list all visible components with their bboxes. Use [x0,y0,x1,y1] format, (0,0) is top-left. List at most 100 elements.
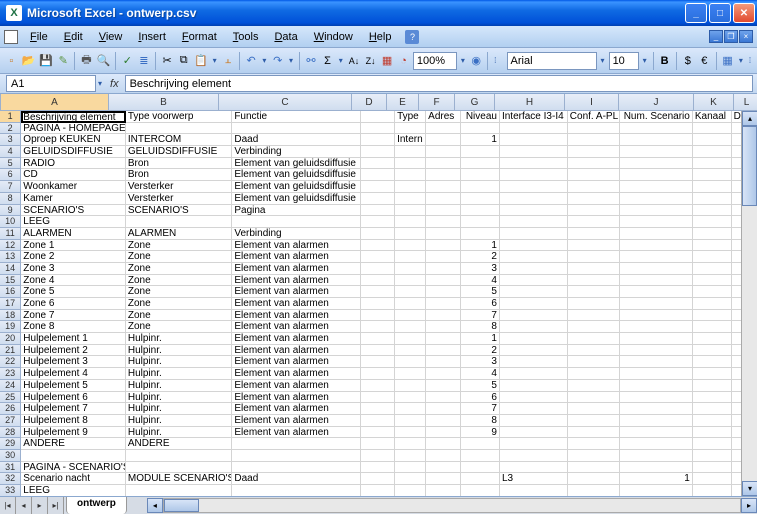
cell[interactable]: MODULE SCENARIO'S [126,473,233,485]
row-header[interactable]: 16 [0,286,21,298]
cell[interactable] [500,438,568,450]
sort-desc-icon[interactable]: Z↓ [363,51,378,71]
cell[interactable] [361,228,395,240]
cell[interactable] [568,228,620,240]
menu-edit[interactable]: Edit [56,29,91,45]
cell[interactable] [568,286,620,298]
print-icon[interactable]: 🖶 [79,51,94,71]
cell[interactable] [361,251,395,263]
cell[interactable]: Hulpelement 2 [21,345,126,357]
cell[interactable] [568,298,620,310]
cell[interactable] [361,193,395,205]
cell[interactable]: Zone [126,251,233,263]
cell[interactable] [426,392,461,404]
cell[interactable] [620,403,693,415]
cell[interactable] [395,169,426,181]
cell[interactable] [620,146,693,158]
cell[interactable] [693,158,732,170]
cell[interactable] [500,427,568,439]
redo-icon[interactable]: ↷ [270,51,285,71]
cell[interactable] [361,356,395,368]
cell[interactable]: SCENARIO'S [21,205,126,217]
borders-dropdown[interactable]: ▾ [737,56,745,65]
cell[interactable]: Zone 6 [21,298,126,310]
cell[interactable] [693,368,732,380]
cell[interactable] [620,251,693,263]
cell[interactable] [461,146,500,158]
cell[interactable] [500,205,568,217]
tab-nav-next[interactable]: ▸ [32,497,48,514]
cell[interactable] [461,450,500,462]
cell[interactable] [693,333,732,345]
cell[interactable]: 7 [461,310,500,322]
cell[interactable]: 1 [461,240,500,252]
cell[interactable] [361,275,395,287]
cell[interactable] [500,368,568,380]
cell[interactable]: Element van alarmen [232,427,361,439]
row-header[interactable]: 6 [0,169,21,181]
cell[interactable] [693,240,732,252]
cell[interactable] [693,181,732,193]
cell[interactable] [500,123,568,135]
cell[interactable] [568,368,620,380]
cell[interactable] [395,228,426,240]
cell[interactable]: 1 [461,134,500,146]
menu-data[interactable]: Data [266,29,305,45]
cell[interactable]: Zone [126,275,233,287]
cell[interactable] [500,169,568,181]
cell[interactable] [395,438,426,450]
cell[interactable]: Element van alarmen [232,240,361,252]
cell[interactable] [620,193,693,205]
vscroll-thumb[interactable] [742,126,757,206]
cell[interactable]: Zone 3 [21,263,126,275]
cell[interactable] [395,485,426,496]
cell[interactable] [361,158,395,170]
cell[interactable] [395,450,426,462]
fx-label[interactable]: fx [110,78,119,90]
cell[interactable] [693,123,732,135]
cell[interactable] [568,403,620,415]
doc-minimize-button[interactable]: _ [709,30,723,43]
cell[interactable] [426,158,461,170]
format-painter-icon[interactable]: ⫠ [221,51,236,71]
cell[interactable] [620,310,693,322]
cell[interactable] [426,485,461,496]
column-header-A[interactable]: A [1,94,109,110]
cell[interactable] [620,321,693,333]
cell[interactable] [395,356,426,368]
cell[interactable] [500,181,568,193]
cell[interactable] [693,392,732,404]
cell[interactable]: Zone 1 [21,240,126,252]
cell[interactable]: 8 [461,415,500,427]
cell[interactable] [426,263,461,275]
cell[interactable] [395,427,426,439]
cell[interactable] [568,216,620,228]
format-toolbar-options[interactable]: ⁞ [747,56,753,65]
cell[interactable] [461,205,500,217]
cell[interactable]: Hulpelement 4 [21,368,126,380]
doc-close-button[interactable]: × [739,30,753,43]
cell[interactable]: Zone 5 [21,286,126,298]
row-header[interactable]: 25 [0,392,21,404]
cell[interactable] [568,134,620,146]
cell[interactable] [361,438,395,450]
cell[interactable] [620,415,693,427]
cell[interactable]: 1 [461,333,500,345]
cell[interactable]: Element van alarmen [232,380,361,392]
cell[interactable] [568,392,620,404]
cell[interactable]: Zone [126,298,233,310]
cell[interactable]: 3 [461,263,500,275]
hscroll-thumb[interactable] [164,499,199,512]
cell[interactable] [21,450,126,462]
cell[interactable] [500,392,568,404]
vertical-scrollbar[interactable]: ▴ ▾ [741,111,757,496]
menu-insert[interactable]: Insert [130,29,174,45]
cell[interactable] [426,275,461,287]
cell[interactable]: Element van alarmen [232,298,361,310]
cell[interactable] [620,263,693,275]
cell[interactable] [232,450,361,462]
grid-body[interactable]: 1Beschrijving elementType voorwerpFuncti… [0,111,757,496]
cell[interactable]: 8 [461,321,500,333]
cell[interactable] [500,462,568,474]
cell[interactable] [395,158,426,170]
